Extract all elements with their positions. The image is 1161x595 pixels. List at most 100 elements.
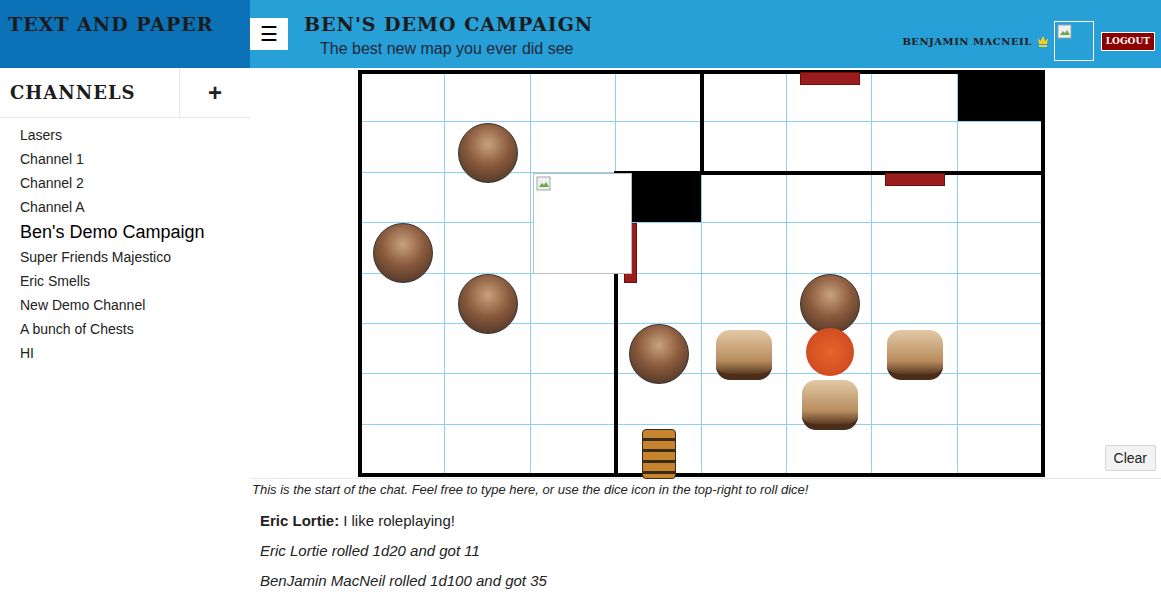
- map-cell: [702, 274, 787, 324]
- chat-messages: Eric Lortie:I like roleplaying!Eric Lort…: [250, 506, 1161, 595]
- logout-button[interactable]: LOGOUT: [1101, 32, 1155, 51]
- map-area: Clear: [250, 68, 1161, 478]
- map-cell: [958, 425, 1043, 475]
- sidebar-item[interactable]: Channel A: [20, 195, 230, 219]
- portrait-token[interactable]: [458, 123, 518, 183]
- map-cell: [872, 72, 957, 122]
- map-wall: [614, 171, 1045, 175]
- map-cell: [787, 223, 872, 273]
- chair-token[interactable]: [802, 380, 858, 430]
- sidebar: TEXT AND PAPER CHANNELS + LasersChannel …: [0, 0, 250, 595]
- map-cell: [872, 122, 957, 172]
- sidebar-item[interactable]: A bunch of Chests: [20, 317, 230, 341]
- map-cell: [702, 374, 787, 424]
- broken-image-icon: [1057, 24, 1073, 40]
- map-cell: [702, 425, 787, 475]
- sidebar-item[interactable]: Ben's Demo Campaign: [20, 219, 230, 245]
- avatar[interactable]: [1054, 21, 1094, 61]
- portrait-token[interactable]: [373, 223, 433, 283]
- map-board[interactable]: [360, 72, 1043, 475]
- sidebar-item[interactable]: Channel 2: [20, 171, 230, 195]
- sidebar-item[interactable]: Super Friends Majestico: [20, 245, 230, 269]
- dice-roll: BenJamin MacNeil rolled 1d100 and got 35: [260, 566, 1151, 595]
- map-cell: [872, 425, 957, 475]
- chat-author: Eric Lortie:: [260, 512, 339, 529]
- dice-roll: Eric Lortie rolled 1d20 and got 11: [260, 536, 1151, 566]
- portrait-token[interactable]: [800, 274, 860, 334]
- map-cell: [958, 122, 1043, 172]
- user-area: BENJAMIN MACNEIL LOGOUT: [902, 21, 1155, 61]
- main: ☰ BEN'S DEMO CAMPAIGN The best new map y…: [250, 0, 1161, 595]
- broken-image-icon: [536, 176, 552, 192]
- clear-button[interactable]: Clear: [1105, 445, 1156, 471]
- map-cell: [958, 173, 1043, 223]
- map-wall: [358, 473, 1045, 477]
- map-cell: [958, 223, 1043, 273]
- map-cell: [445, 223, 530, 273]
- map-cell: [872, 223, 957, 273]
- map-cell: [531, 274, 616, 324]
- map-cell: [958, 374, 1043, 424]
- map-wall: [700, 70, 704, 175]
- sidebar-item[interactable]: HI: [20, 341, 230, 365]
- app: TEXT AND PAPER CHANNELS + LasersChannel …: [0, 0, 1161, 595]
- map-cell: [531, 324, 616, 374]
- map-wall: [1041, 70, 1045, 477]
- map-cell: [531, 72, 616, 122]
- chat-text: I like roleplaying!: [343, 512, 455, 529]
- map-cell: [702, 173, 787, 223]
- channels-header: CHANNELS +: [0, 68, 250, 118]
- portrait-token[interactable]: [458, 274, 518, 334]
- map-cell: [872, 274, 957, 324]
- map-cell: [360, 72, 445, 122]
- channels-title: CHANNELS: [0, 68, 179, 117]
- map-cell: [702, 122, 787, 172]
- map-cell: [787, 173, 872, 223]
- map-cell: [360, 425, 445, 475]
- barrel-token[interactable]: [642, 429, 676, 479]
- sidebar-item[interactable]: Eric Smells: [20, 269, 230, 293]
- chat: This is the start of the chat. Feel free…: [250, 478, 1161, 595]
- table-token[interactable]: [806, 328, 854, 376]
- map-door[interactable]: [885, 173, 945, 186]
- map-cell: [702, 223, 787, 273]
- map-cell: [787, 122, 872, 172]
- campaign-subtitle: The best new map you ever did see: [320, 39, 593, 59]
- sidebar-item[interactable]: New Demo Channel: [20, 293, 230, 317]
- map-door[interactable]: [800, 72, 860, 85]
- map-cell: [445, 374, 530, 424]
- chair-token[interactable]: [887, 330, 943, 380]
- map-cell: [445, 72, 530, 122]
- map-cell: [616, 122, 701, 172]
- map-cell: [531, 374, 616, 424]
- chat-intro: This is the start of the chat. Feel free…: [250, 480, 1161, 500]
- map-cell: [360, 122, 445, 172]
- map-cell: [445, 425, 530, 475]
- broken-image-token[interactable]: [533, 173, 632, 274]
- map-cell: [360, 324, 445, 374]
- channel-list: LasersChannel 1Channel 2Channel ABen's D…: [0, 118, 250, 365]
- title-block: BEN'S DEMO CAMPAIGN The best new map you…: [304, 0, 593, 59]
- map-cell: [360, 374, 445, 424]
- top-bar: ☰ BEN'S DEMO CAMPAIGN The best new map y…: [250, 0, 1161, 68]
- map-cell: [958, 274, 1043, 324]
- user-name: BENJAMIN MACNEIL: [902, 34, 1031, 49]
- map-cell: [958, 72, 1043, 122]
- map-cell: [531, 425, 616, 475]
- map-cell: [360, 173, 445, 223]
- sidebar-item[interactable]: Channel 1: [20, 147, 230, 171]
- map-cell: [872, 374, 957, 424]
- logo[interactable]: TEXT AND PAPER: [8, 12, 242, 36]
- map-cell: [616, 72, 701, 122]
- map-cell: [958, 324, 1043, 374]
- portrait-token[interactable]: [629, 324, 689, 384]
- map-cell: [531, 122, 616, 172]
- sidebar-item[interactable]: Lasers: [20, 123, 230, 147]
- add-channel-button[interactable]: +: [179, 68, 250, 117]
- menu-button[interactable]: ☰: [250, 18, 288, 50]
- crown-icon: [1036, 34, 1050, 48]
- map-cell: [702, 72, 787, 122]
- map-cell: [787, 425, 872, 475]
- chair-token[interactable]: [716, 330, 772, 380]
- chat-message: Eric Lortie:I like roleplaying!: [260, 506, 1151, 536]
